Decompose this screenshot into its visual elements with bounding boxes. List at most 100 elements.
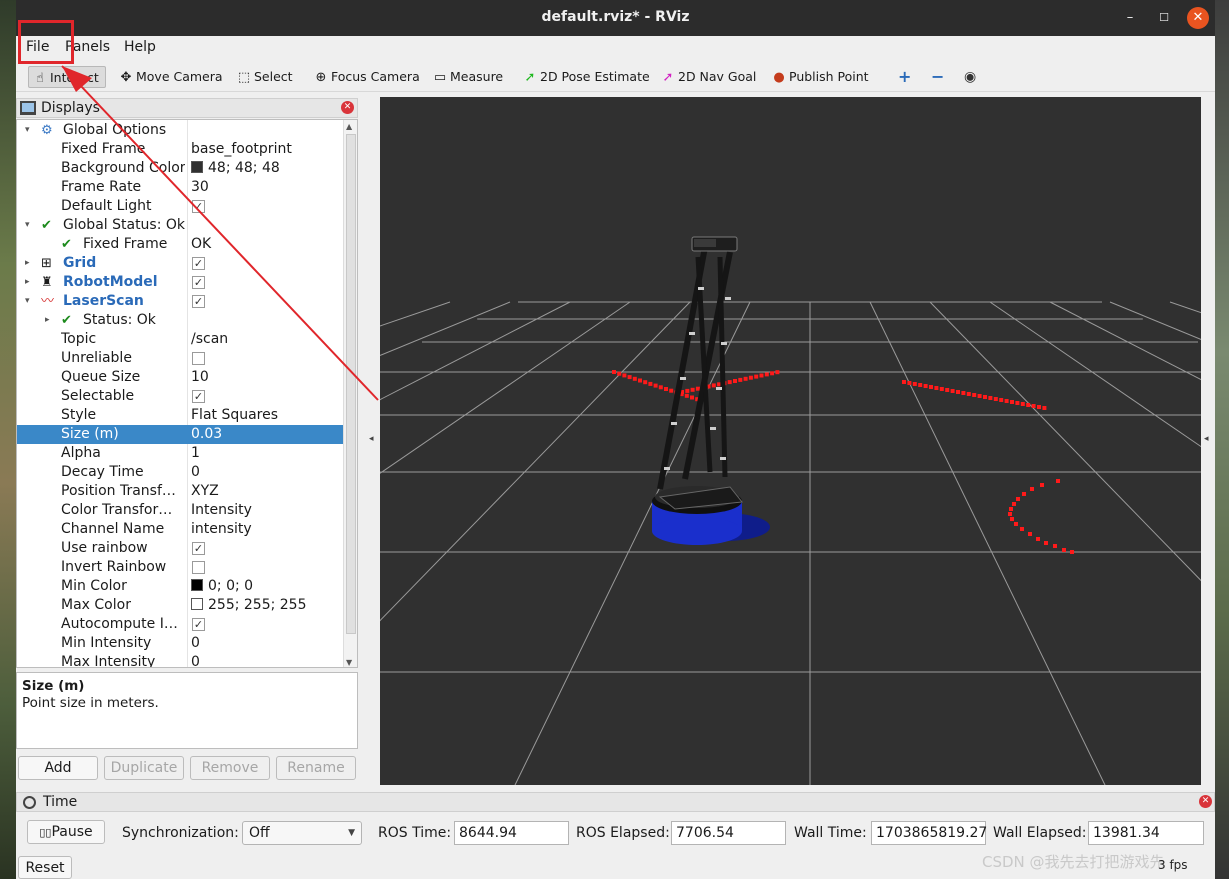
tool-measure-label: Measure <box>450 69 504 84</box>
3d-render-view[interactable] <box>380 97 1201 785</box>
laser-point <box>902 380 906 384</box>
chevron-down-icon: ▼ <box>348 828 355 838</box>
laser-point <box>733 379 737 383</box>
scroll-down-icon[interactable]: ▼ <box>346 658 352 667</box>
duplicate-display-button[interactable]: Duplicate <box>104 756 184 780</box>
description-body: Point size in meters. <box>22 695 159 711</box>
display-row[interactable]: Min Color 0; 0; 0 <box>17 577 343 596</box>
remove-display-button[interactable]: Remove <box>190 756 270 780</box>
display-row-name: Min Intensity <box>61 635 152 651</box>
laser-point <box>1010 400 1014 404</box>
laser-point <box>685 388 690 393</box>
display-row-value[interactable]: 255; 255; 255 <box>191 596 307 615</box>
display-row-checkbox[interactable] <box>192 561 205 574</box>
laser-point <box>690 387 695 392</box>
laser-point <box>617 371 622 376</box>
laser-point <box>1004 399 1009 403</box>
laser-point <box>1020 527 1024 531</box>
display-row[interactable]: Alpha 1 <box>17 444 343 463</box>
ruler-icon: ▭ <box>433 70 447 85</box>
tool-2d-nav-goal[interactable]: ➚ 2D Nav Goal <box>657 66 757 88</box>
display-row-value[interactable]: 0 <box>191 634 200 653</box>
laser-point <box>1031 404 1036 408</box>
display-row[interactable]: Min Intensity 0 <box>17 634 343 653</box>
display-row-value[interactable]: 0 <box>191 653 200 667</box>
collapse-right-arrow-icon[interactable]: ◂ <box>1204 434 1209 444</box>
laser-point <box>612 370 616 374</box>
add-tool-button[interactable]: + <box>896 66 911 88</box>
display-row[interactable]: Autocompute I… ✓ <box>17 615 343 634</box>
wall-time-label: Wall Time: <box>794 825 867 841</box>
laser-point <box>956 390 960 394</box>
close-window-button[interactable]: ✕ <box>1187 7 1209 29</box>
laser-point <box>988 396 993 400</box>
nav-goal-icon: ➚ <box>662 70 674 85</box>
color-swatch <box>191 579 203 591</box>
display-row[interactable]: Use rainbow ✓ <box>17 539 343 558</box>
color-swatch <box>191 598 203 610</box>
display-row[interactable]: Decay Time 0 <box>17 463 343 482</box>
desktop-background-right <box>1215 0 1229 879</box>
display-row-value[interactable]: 0; 0; 0 <box>191 577 253 596</box>
wall-time-field[interactable]: 1703865819.27 <box>871 821 987 845</box>
display-row-value-text: 1 <box>191 445 200 461</box>
grid-line <box>989 301 1201 448</box>
pause-button[interactable]: ▯▯Pause <box>27 820 105 844</box>
ros-elapsed-field[interactable]: 7706.54 <box>671 821 786 845</box>
laser-point <box>669 388 674 393</box>
display-row[interactable]: Position Transf… XYZ <box>17 482 343 501</box>
display-row-checkbox[interactable]: ✓ <box>192 618 205 631</box>
minimize-button[interactable]: – <box>1119 7 1141 29</box>
tool-measure[interactable]: ▭ Measure <box>429 66 503 88</box>
display-row-value[interactable]: intensity <box>191 520 252 539</box>
display-row-name: Position Transf… <box>61 483 176 499</box>
display-row-value[interactable]: 0 <box>191 463 200 482</box>
ros-time-label: ROS Time: <box>378 825 452 841</box>
display-row-name: Use rainbow <box>61 540 148 556</box>
display-row-value-text: Intensity <box>191 502 252 518</box>
laser-point <box>711 383 716 388</box>
wall-elapsed-field[interactable]: 13981.34 <box>1088 821 1204 845</box>
display-row-value[interactable]: Intensity <box>191 501 252 520</box>
display-row-value[interactable]: XYZ <box>191 482 219 501</box>
rviz-window: default.rviz* - RViz – ☐ ✕ File Panels H… <box>16 0 1215 879</box>
laser-point <box>743 376 748 381</box>
tool-publish-point[interactable]: ● Publish Point <box>768 66 868 88</box>
tool-2d-pose-estimate[interactable]: ➚ 2D Pose Estimate <box>519 66 650 88</box>
display-row[interactable]: Max Intensity 0 <box>17 653 343 667</box>
close-time-panel-icon[interactable]: ✕ <box>1199 795 1212 808</box>
laser-point <box>632 376 637 381</box>
rename-display-button[interactable]: Rename <box>276 756 356 780</box>
sync-value: Off <box>249 825 270 841</box>
laser-point <box>1015 401 1020 405</box>
display-row[interactable]: Invert Rainbow <box>17 558 343 577</box>
display-row-value[interactable]: 0.03 <box>191 425 222 444</box>
laser-point <box>966 392 971 396</box>
csdn-watermark: CSDN @我先去打把游戏先 <box>982 853 1165 871</box>
display-row[interactable]: Color Transfor… Intensity <box>17 501 343 520</box>
laser-point <box>738 377 743 382</box>
view-options-eye-icon[interactable]: ◉ <box>962 66 976 88</box>
reset-button[interactable]: Reset <box>18 856 72 879</box>
remove-tool-button[interactable]: − <box>929 66 944 88</box>
display-row-name: Autocompute I… <box>61 616 178 632</box>
clock-icon <box>23 796 36 809</box>
pause-icon: ▯▯ <box>39 826 52 839</box>
collapse-left-arrow-icon[interactable]: ◂ <box>369 434 374 444</box>
add-display-button[interactable]: Add <box>18 756 98 780</box>
laser-point <box>1030 487 1034 491</box>
display-row[interactable]: Max Color 255; 255; 255 <box>17 596 343 615</box>
tool-2d-pose-estimate-label: 2D Pose Estimate <box>540 69 650 84</box>
sync-dropdown[interactable]: Off ▼ <box>242 821 362 845</box>
ros-time-field[interactable]: 8644.94 <box>454 821 569 845</box>
display-row[interactable]: Channel Name intensity <box>17 520 343 539</box>
maximize-button[interactable]: ☐ <box>1153 7 1175 29</box>
display-row-value-text: 0.03 <box>191 426 223 442</box>
laser-point <box>1008 512 1012 516</box>
display-row-checkbox[interactable]: ✓ <box>192 542 205 555</box>
display-row-value[interactable]: 1 <box>191 444 200 463</box>
laser-point <box>1020 402 1025 406</box>
display-row[interactable]: Size (m) 0.03 <box>17 425 343 444</box>
laser-point <box>1028 532 1032 536</box>
laser-point <box>1037 405 1041 409</box>
